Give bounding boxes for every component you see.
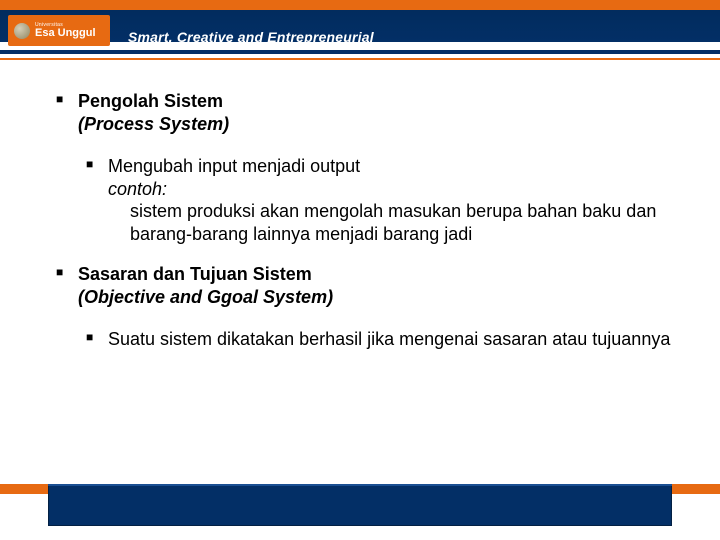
header-strip: Universitas Esa Unggul Smart, Creative a… [0, 10, 720, 42]
bullet-title: Pengolah Sistem [78, 90, 690, 113]
content: Pengolah Sistem (Process System) Menguba… [50, 90, 690, 369]
header-accent [0, 0, 720, 10]
brand-name: Esa Unggul [35, 28, 96, 39]
slide: Universitas Esa Unggul Smart, Creative a… [0, 0, 720, 540]
bullet-objective-child: Suatu sistem dikatakan berhasil jika men… [80, 328, 690, 351]
bullet-subtitle: (Objective and Ggoal System) [78, 286, 690, 309]
footer [0, 484, 720, 528]
brand-logo: Universitas Esa Unggul [8, 15, 110, 46]
bullet-subtitle: (Process System) [78, 113, 690, 136]
brand-text: Universitas Esa Unggul [35, 23, 96, 39]
text-line: Mengubah input menjadi output [108, 155, 690, 178]
footer-panel [48, 484, 672, 526]
text-line: contoh: [108, 178, 690, 201]
text-line: Suatu sistem dikatakan berhasil jika men… [108, 328, 690, 351]
bullet-process-system: Pengolah Sistem (Process System) [50, 90, 690, 135]
header-underline-orange [0, 58, 720, 60]
bullet-title: Sasaran dan Tujuan Sistem [78, 263, 690, 286]
footer-top-line [48, 484, 672, 486]
header: Universitas Esa Unggul Smart, Creative a… [0, 0, 720, 46]
text-line: sistem produksi akan mengolah masukan be… [108, 200, 690, 245]
globe-icon [14, 23, 30, 39]
bullet-objective-system: Sasaran dan Tujuan Sistem (Objective and… [50, 263, 690, 308]
header-underline-navy [0, 50, 720, 54]
bullet-process-child: Mengubah input menjadi output contoh: si… [80, 155, 690, 245]
brand-tagline: Smart, Creative and Entrepreneurial [128, 29, 374, 45]
